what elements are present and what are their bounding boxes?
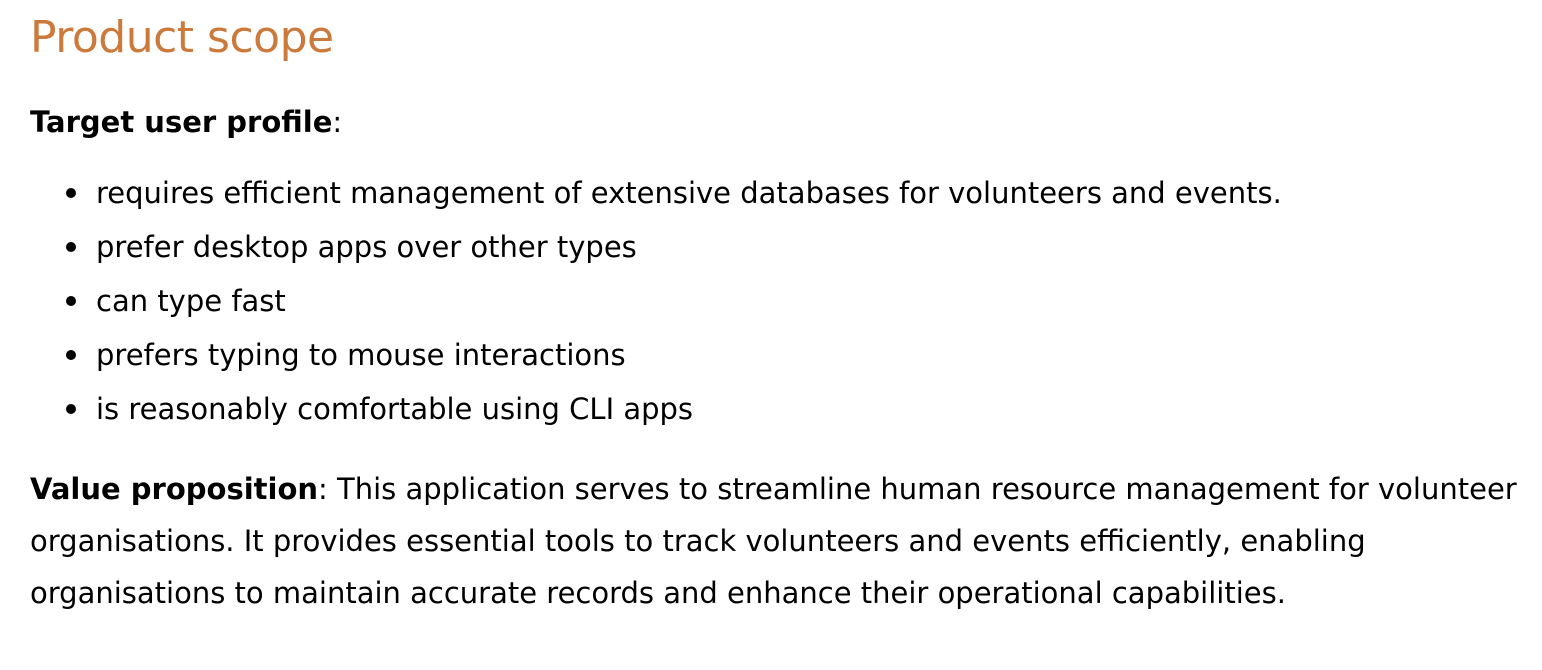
section-heading: Product scope [30, 12, 334, 63]
list-item-text: requires efficient management of extensi… [96, 176, 1282, 210]
list-item-text: is reasonably comfortable using CLI apps [96, 392, 694, 426]
list-item: can type fast [66, 274, 1542, 328]
list-item-text: prefer desktop apps over other types [96, 230, 637, 264]
value-proposition-paragraph: Value proposition: This application serv… [30, 463, 1520, 619]
bullet-icon [66, 404, 76, 414]
list-item-text: prefers typing to mouse interactions [96, 338, 626, 372]
bullet-icon [66, 188, 76, 198]
list-item: is reasonably comfortable using CLI apps [66, 382, 1542, 436]
target-user-profile-heading: Target user profile: [30, 102, 1542, 142]
bullet-icon [66, 350, 76, 360]
document-page: Product scope Target user profile: requi… [0, 0, 1542, 670]
target-user-profile-label: Target user profile [30, 105, 333, 139]
list-item: prefer desktop apps over other types [66, 220, 1542, 274]
list-item: requires efficient management of extensi… [66, 166, 1542, 220]
target-user-profile-list: requires efficient management of extensi… [30, 166, 1542, 436]
target-user-profile-colon: : [332, 105, 343, 139]
bullet-icon [66, 242, 76, 252]
list-item: prefers typing to mouse interactions [66, 328, 1542, 382]
bullet-icon [66, 296, 76, 306]
list-item-text: can type fast [96, 284, 286, 318]
value-proposition-label: Value proposition [30, 472, 319, 506]
